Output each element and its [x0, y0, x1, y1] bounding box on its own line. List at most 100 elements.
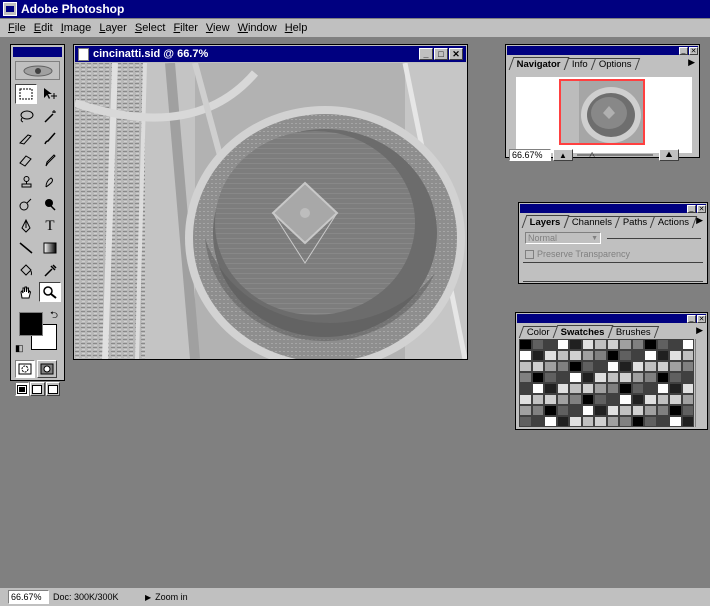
- document-title-bar[interactable]: cincinatti.sid @ 66.7% _ □ ✕: [75, 46, 466, 62]
- paintbrush-tool-icon[interactable]: [39, 128, 61, 148]
- blend-mode-select[interactable]: Normal ▼: [525, 232, 601, 244]
- swatch-cell[interactable]: [681, 350, 694, 361]
- swatch-cell[interactable]: [681, 405, 694, 416]
- zoom-out-icon[interactable]: ▲: [553, 149, 573, 161]
- navigator-title-bar[interactable]: _ ✕: [507, 46, 698, 55]
- swatch-cell[interactable]: [606, 394, 619, 405]
- swatch-cell[interactable]: [544, 350, 557, 361]
- swatch-cell[interactable]: [669, 416, 682, 427]
- dodge-tool-icon[interactable]: [15, 194, 37, 214]
- swatch-cell[interactable]: [644, 416, 657, 427]
- eyedropper-tool-icon[interactable]: [39, 260, 61, 280]
- swatch-cell[interactable]: [606, 416, 619, 427]
- tab-brushes[interactable]: Brushes: [607, 326, 659, 338]
- swatch-cell[interactable]: [619, 405, 632, 416]
- layers-title-bar[interactable]: _ ✕: [520, 204, 706, 213]
- palette-close-icon[interactable]: ✕: [689, 46, 698, 55]
- swatch-cell[interactable]: [519, 339, 532, 350]
- swatch-cell[interactable]: [606, 339, 619, 350]
- swatch-cell[interactable]: [631, 394, 644, 405]
- swatch-cell[interactable]: [656, 350, 669, 361]
- swatch-cell[interactable]: [606, 405, 619, 416]
- move-tool-icon[interactable]: [39, 84, 61, 104]
- swatch-cell[interactable]: [581, 339, 594, 350]
- menu-view[interactable]: View: [202, 22, 234, 34]
- swatch-cell[interactable]: [656, 405, 669, 416]
- swatch-cell[interactable]: [681, 394, 694, 405]
- swatch-cell[interactable]: [544, 394, 557, 405]
- swatch-cell[interactable]: [619, 383, 632, 394]
- tab-options[interactable]: Options: [590, 58, 640, 70]
- swatch-cell[interactable]: [606, 350, 619, 361]
- swatch-cell[interactable]: [631, 361, 644, 372]
- menu-select[interactable]: Select: [131, 22, 170, 34]
- quick-mask-mode-icon[interactable]: [37, 360, 57, 378]
- tab-layers[interactable]: Layers: [521, 215, 570, 228]
- type-tool-icon[interactable]: T: [39, 216, 61, 236]
- swatch-cell[interactable]: [594, 361, 607, 372]
- swatch-cell[interactable]: [681, 361, 694, 372]
- swatch-cell[interactable]: [569, 394, 582, 405]
- palette-close-icon[interactable]: ✕: [697, 314, 706, 323]
- swatch-cell[interactable]: [619, 372, 632, 383]
- swatch-cell[interactable]: [519, 383, 532, 394]
- pencil-tool-icon[interactable]: [39, 150, 61, 170]
- swatch-cell[interactable]: [569, 350, 582, 361]
- swatch-cell[interactable]: [581, 416, 594, 427]
- swatch-cell[interactable]: [519, 361, 532, 372]
- magic-wand-tool-icon[interactable]: [39, 106, 61, 126]
- swatch-cell[interactable]: [669, 350, 682, 361]
- swatch-cell[interactable]: [531, 383, 544, 394]
- swatch-cell[interactable]: [569, 416, 582, 427]
- airbrush-tool-icon[interactable]: [15, 128, 37, 148]
- swatch-cell[interactable]: [681, 416, 694, 427]
- zoom-tool-icon[interactable]: [39, 282, 61, 302]
- swatch-grid[interactable]: [519, 339, 694, 427]
- swatch-cell[interactable]: [544, 361, 557, 372]
- menu-help[interactable]: Help: [281, 22, 312, 34]
- swatch-cell[interactable]: [531, 350, 544, 361]
- swatch-cell[interactable]: [519, 405, 532, 416]
- standard-screen-mode-icon[interactable]: [15, 382, 30, 396]
- swatch-cell[interactable]: [631, 350, 644, 361]
- swatch-cell[interactable]: [631, 416, 644, 427]
- menu-edit[interactable]: Edit: [30, 22, 57, 34]
- swatch-cell[interactable]: [594, 339, 607, 350]
- swatch-cell[interactable]: [669, 372, 682, 383]
- lasso-tool-icon[interactable]: [15, 106, 37, 126]
- swatch-cell[interactable]: [656, 383, 669, 394]
- line-tool-icon[interactable]: [15, 238, 37, 258]
- swatch-cell[interactable]: [669, 405, 682, 416]
- zoom-in-icon[interactable]: ⛰: [659, 149, 679, 161]
- swatch-cell[interactable]: [656, 416, 669, 427]
- swatches-title-bar[interactable]: _ ✕: [517, 314, 706, 323]
- swatch-cell[interactable]: [581, 405, 594, 416]
- swatch-cell[interactable]: [594, 416, 607, 427]
- menu-filter[interactable]: Filter: [169, 22, 201, 34]
- swatch-cell[interactable]: [669, 361, 682, 372]
- swatch-cell[interactable]: [531, 339, 544, 350]
- palette-menu-arrow-icon[interactable]: ▶: [688, 57, 695, 68]
- swatch-scrollbar[interactable]: [695, 339, 705, 427]
- swatch-cell[interactable]: [631, 339, 644, 350]
- swatch-cell[interactable]: [581, 383, 594, 394]
- swatch-cell[interactable]: [569, 361, 582, 372]
- paint-bucket-tool-icon[interactable]: [15, 260, 37, 280]
- swatch-cell[interactable]: [569, 339, 582, 350]
- minimize-button[interactable]: _: [419, 48, 433, 60]
- swatch-cell[interactable]: [556, 416, 569, 427]
- swatch-cell[interactable]: [606, 361, 619, 372]
- palette-minimize-icon[interactable]: _: [687, 314, 696, 323]
- full-screen-mode-icon[interactable]: [45, 382, 60, 396]
- palette-minimize-icon[interactable]: _: [679, 46, 688, 55]
- swatch-cell[interactable]: [594, 383, 607, 394]
- palette-menu-arrow-icon[interactable]: ▶: [696, 215, 703, 226]
- swatch-cell[interactable]: [594, 350, 607, 361]
- swatch-cell[interactable]: [619, 416, 632, 427]
- swatch-cell[interactable]: [631, 405, 644, 416]
- swatch-cell[interactable]: [681, 372, 694, 383]
- swatch-cell[interactable]: [569, 405, 582, 416]
- swatch-cell[interactable]: [594, 394, 607, 405]
- swap-colors-icon[interactable]: ⮌: [50, 308, 58, 325]
- gradient-tool-icon[interactable]: [39, 238, 61, 258]
